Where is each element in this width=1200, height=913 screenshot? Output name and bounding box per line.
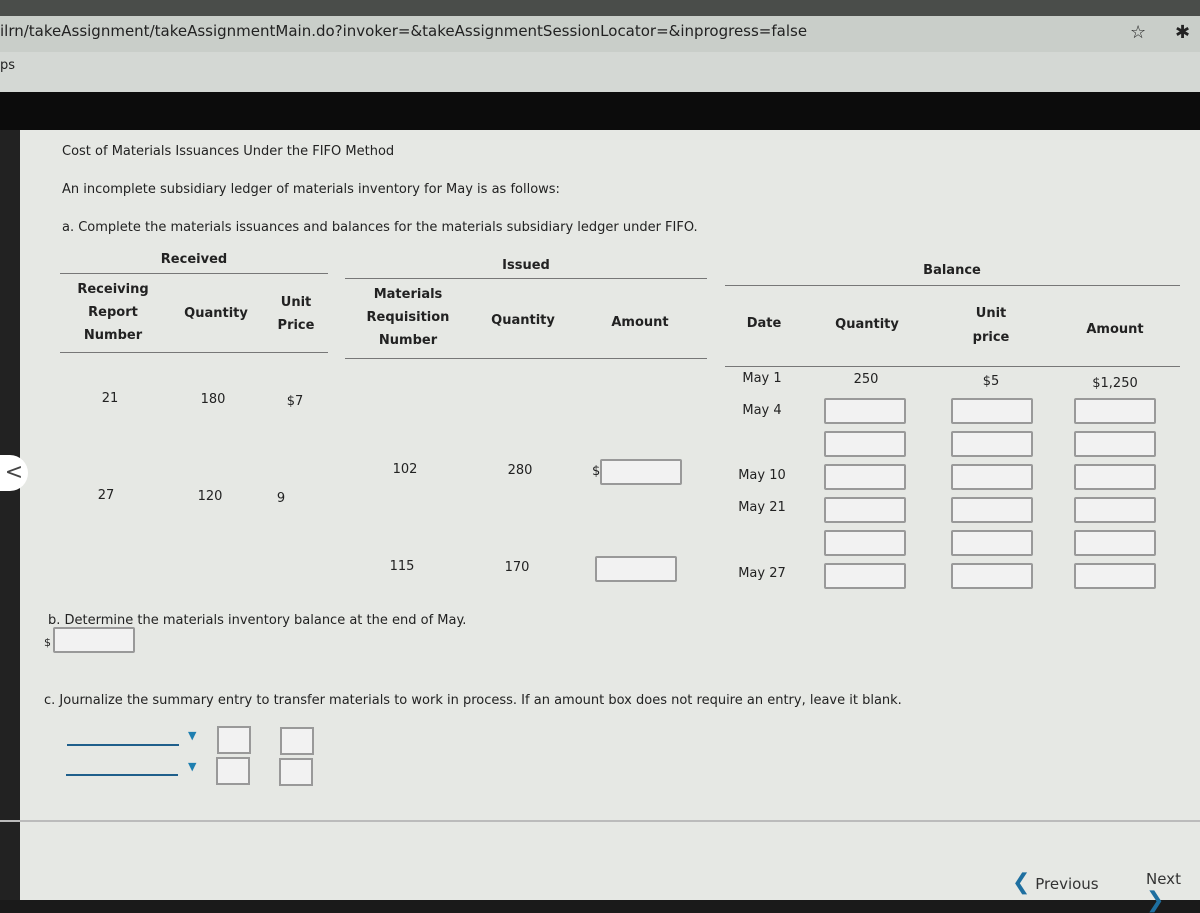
col-unit-price: Unit [280,295,312,310]
col-balance-unit-price: Unit [975,306,1007,321]
balance-quantity-input[interactable] [824,464,906,490]
col-balance-quantity: Quantity [835,317,899,332]
col-balance-unit-price: price [972,330,1010,345]
date-cell: May 4 [742,403,782,418]
balance-amount-input[interactable] [1074,497,1156,523]
issued-quantity: 280 [507,463,533,478]
credit-amount-input[interactable] [279,758,313,786]
debit-amount-input[interactable] [217,726,251,754]
balance-header: Balance [923,263,981,278]
balance-unit-price-input[interactable] [951,497,1033,523]
received-quantity: 120 [197,489,223,504]
dropdown-arrow-icon[interactable]: ▼ [188,760,196,773]
account-select-debit[interactable] [67,744,179,746]
date-cell: May 10 [738,468,786,483]
col-received-quantity: Quantity [184,306,248,321]
balance-quantity-input[interactable] [824,431,906,457]
issued-amount-input[interactable] [600,459,682,485]
previous-button[interactable]: ❮ Previous [1012,870,1099,895]
issued-amount-input[interactable] [595,556,677,582]
date-cell: May 1 [742,371,782,386]
dropdown-arrow-icon[interactable]: ▼ [188,729,196,742]
col-receiving: Number [83,328,143,343]
balance-quantity: 250 [853,372,879,387]
received-quantity: 180 [200,392,226,407]
received-price: $7 [286,394,304,409]
next-label: Next [1146,870,1181,888]
received-header: Received [160,252,228,267]
balance-quantity-input[interactable] [824,530,906,556]
col-requisition: Requisition [366,310,450,325]
bookmark-apps[interactable]: ps [0,58,15,73]
account-select-credit[interactable] [66,774,178,776]
part-c-instructions: c. Journalize the summary entry to trans… [44,693,902,708]
part-a-instructions: a. Complete the materials issuances and … [62,220,698,235]
balance-quantity-input[interactable] [824,398,906,424]
requisition-number: 115 [389,559,415,574]
balance-amount-input[interactable] [1074,398,1156,424]
col-receiving: Receiving [77,282,149,297]
divider [725,285,1180,286]
chevron-left-icon: ❮ [1012,870,1031,895]
puzzle-icon[interactable]: ✱ [1175,22,1190,43]
balance-amount-input[interactable] [1074,464,1156,490]
received-number: 27 [97,488,115,503]
divider [0,820,1200,822]
app-header [0,92,1200,132]
part-b-instructions: b. Determine the materials inventory bal… [48,613,467,628]
balance-unit-price-input[interactable] [951,431,1033,457]
col-date: Date [746,316,782,331]
divider [60,273,328,274]
divider [60,352,328,353]
chevron-right-icon: ❯ [1146,888,1165,913]
balance-unit-price-input[interactable] [951,563,1033,589]
col-issued-quantity: Quantity [491,313,555,328]
balance-amount-input[interactable] [1074,431,1156,457]
previous-label: Previous [1035,875,1099,893]
col-balance-amount: Amount [1086,322,1144,337]
received-price: 9 [276,491,286,506]
left-sidebar [0,130,20,900]
next-button[interactable]: Next ❯ [1146,870,1200,913]
url-text[interactable]: ilrn/takeAssignment/takeAssignmentMain.d… [0,22,807,40]
divider [725,366,1180,367]
balance-unit-price-input[interactable] [951,530,1033,556]
requisition-number: 102 [392,462,418,477]
issued-header: Issued [502,258,550,273]
received-number: 21 [101,391,119,406]
col-requisition: Number [378,333,438,348]
date-cell: May 27 [738,566,786,581]
balance-quantity-input[interactable] [824,563,906,589]
col-receiving: Report [88,305,138,320]
currency-symbol: $ [44,636,51,649]
star-icon[interactable]: ☆ [1130,22,1146,43]
balance-unit-price-input[interactable] [951,398,1033,424]
problem-title: Cost of Materials Issuances Under the FI… [62,144,395,159]
issued-quantity: 170 [504,560,530,575]
balance-unit-price-input[interactable] [951,464,1033,490]
balance-amount-input[interactable] [1074,530,1156,556]
balance-amount: $1,250 [1092,376,1138,391]
date-cell: May 21 [738,500,786,515]
divider [345,278,707,279]
divider [345,358,707,359]
balance-amount-input[interactable] [1074,563,1156,589]
bookmarks-bar [0,52,1200,92]
col-requisition: Materials [373,287,443,302]
ending-balance-input[interactable] [53,627,135,653]
balance-unit-price: $5 [982,374,1000,389]
problem-intro: An incomplete subsidiary ledger of mater… [62,182,560,197]
credit-amount-input[interactable] [280,727,314,755]
col-issued-amount: Amount [611,315,669,330]
balance-quantity-input[interactable] [824,497,906,523]
col-unit-price: Price [277,318,315,333]
debit-amount-input[interactable] [216,757,250,785]
